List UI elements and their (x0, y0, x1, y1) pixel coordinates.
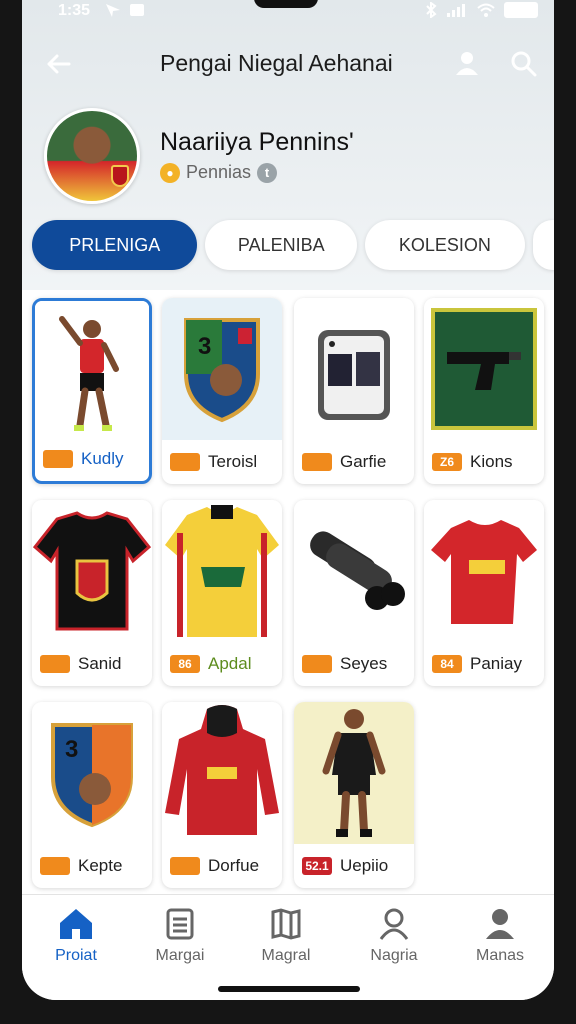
jersey-red-icon (424, 500, 544, 642)
item-label: 84 Paniay (432, 654, 522, 674)
club-badge-icon (111, 165, 129, 187)
profile-subtitle: ● Pennias t (160, 162, 278, 183)
player-figure-icon (35, 301, 149, 443)
binocular-icon (294, 500, 414, 642)
status-left-icons (104, 2, 146, 18)
battery-icon (504, 2, 538, 18)
profile-sub-label: Pennias (186, 162, 252, 182)
status-bar: 1:35 (22, 0, 554, 24)
item-label: Kudly (43, 449, 124, 469)
shield-crest-icon: 3 (162, 298, 282, 440)
item-card[interactable]: 86 Apdal (162, 500, 282, 686)
item-card[interactable]: 52.1 Uepiio (294, 702, 414, 888)
home-icon (60, 909, 92, 939)
item-label: 86 Apdal (170, 654, 251, 674)
item-label: 52.1 Uepiio (302, 856, 388, 876)
tag-icon (170, 453, 200, 471)
category-tabs: PRLENIGA PALENIBA KOLESION (32, 220, 554, 270)
profile-button[interactable] (450, 46, 484, 80)
bluetooth-icon (426, 2, 437, 18)
wifi-icon (477, 3, 495, 17)
search-button[interactable] (506, 46, 540, 80)
page-title: Pengai Niegal Aehanai (160, 50, 393, 76)
bottom-navigation: Proiat Margai Magral Nagria Manas (22, 894, 554, 1000)
item-card[interactable]: Garfie (294, 298, 414, 484)
tag-icon (40, 655, 70, 673)
jersey-yellow-icon (162, 500, 282, 642)
item-label: Sanid (40, 654, 121, 674)
list-icon (166, 908, 194, 940)
profile-name: Naariiya Pennins' (160, 128, 354, 156)
nav-item-manas[interactable]: Manas (450, 907, 550, 971)
item-label: Teroisl (170, 452, 257, 472)
location-pin-icon: ● (160, 162, 180, 183)
shield-crest-icon: 3 (32, 702, 152, 844)
item-card[interactable]: Kudly (32, 298, 152, 484)
location-icon (106, 4, 120, 17)
svg-text:3: 3 (65, 736, 78, 763)
item-label: Garfie (302, 452, 386, 472)
item-label: Kepte (40, 856, 122, 876)
item-card[interactable]: Z6 Kions (424, 298, 544, 484)
person-icon (486, 909, 514, 939)
back-button[interactable] (42, 48, 74, 80)
tag-icon (40, 857, 70, 875)
tab-paleniba[interactable]: PALENIBA (205, 220, 358, 270)
status-time: 1:35 (58, 2, 91, 19)
item-label: Z6 Kions (432, 452, 513, 472)
tag-icon: 86 (170, 655, 200, 673)
nav-item-nagria[interactable]: Nagria (344, 907, 444, 971)
app-screen: 1:35 Pengai Niegal Aehanai Naariiya Penn… (22, 0, 554, 1000)
home-indicator (218, 986, 360, 992)
svg-text:3: 3 (198, 333, 211, 360)
item-card[interactable]: 84 Paniay (424, 500, 544, 686)
signal-icon (447, 4, 465, 17)
nav-item-proiat[interactable]: Proiat (26, 907, 126, 971)
tab-kolesion[interactable]: KOLESION (365, 220, 525, 270)
user-icon (379, 908, 409, 940)
item-card[interactable]: Seyes (294, 500, 414, 686)
gun-jersey-icon (424, 298, 544, 440)
item-card[interactable]: 3 Kepte (32, 702, 152, 888)
arrow-left-icon (47, 54, 71, 74)
tag-icon (302, 655, 332, 673)
tag-icon (170, 857, 200, 875)
tag-icon: 84 (432, 655, 462, 673)
photo-frame-icon (294, 298, 414, 440)
phone-frame: 1:35 Pengai Niegal Aehanai Naariiya Penn… (0, 0, 576, 1024)
app-header: Pengai Niegal Aehanai (22, 44, 554, 84)
item-card[interactable]: 3 Teroisl (162, 298, 282, 484)
user-icon (456, 52, 478, 75)
info-icon[interactable]: t (257, 162, 278, 183)
item-card[interactable]: Sanid (32, 500, 152, 686)
tag-icon (302, 453, 332, 471)
tab-prleniga[interactable]: PRLENIGA (32, 220, 198, 270)
jersey-black-icon (32, 500, 152, 642)
nav-item-margai[interactable]: Margai (130, 907, 230, 971)
item-label: Dorfue (170, 856, 259, 876)
avatar (44, 108, 140, 204)
hoodie-icon (162, 702, 282, 844)
player-figure-icon (294, 702, 414, 844)
status-right-icons (424, 2, 538, 18)
search-icon (511, 51, 537, 77)
nav-item-magral[interactable]: Magral (236, 907, 336, 971)
tag-icon (43, 450, 73, 468)
item-card[interactable]: Dorfue (162, 702, 282, 888)
notification-icon (130, 4, 144, 16)
map-icon (271, 908, 301, 940)
tab-more[interactable] (532, 220, 554, 270)
tag-icon: Z6 (432, 453, 462, 471)
tag-icon: 52.1 (302, 857, 332, 875)
item-label: Seyes (302, 654, 387, 674)
